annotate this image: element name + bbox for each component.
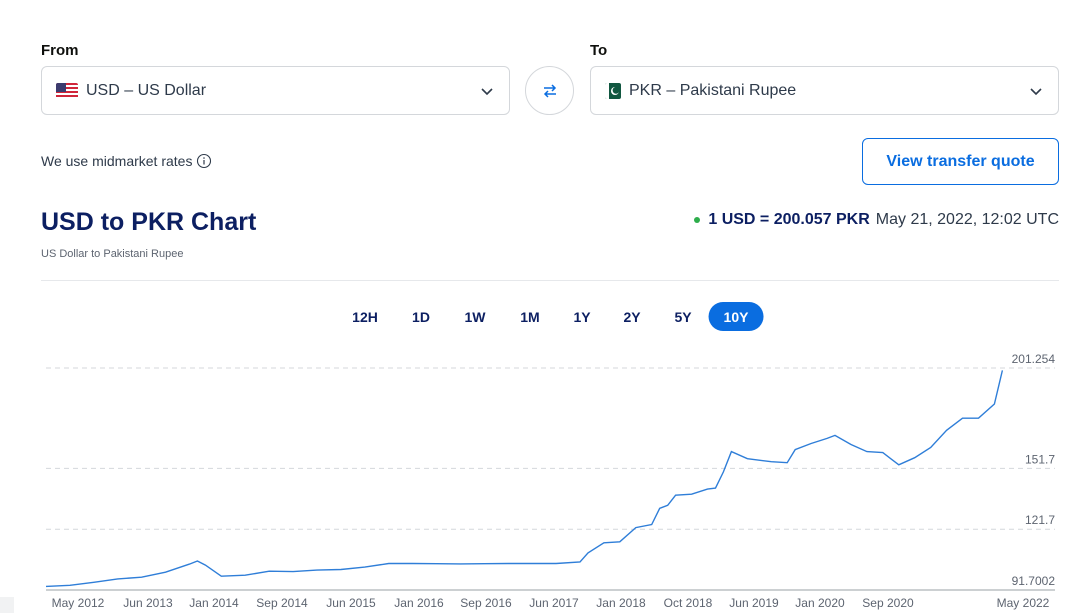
- x-tick-label: Jun 2015: [326, 596, 376, 610]
- range-1y-button[interactable]: 1Y: [563, 302, 600, 331]
- x-tick-label: Sep 2016: [460, 596, 512, 610]
- range-1d-button[interactable]: 1D: [402, 302, 440, 331]
- x-tick-label: Oct 2018: [664, 596, 713, 610]
- chart-subtitle: US Dollar to Pakistani Rupee: [41, 248, 184, 260]
- x-tick-label: Sep 2020: [862, 596, 914, 610]
- from-label: From: [41, 42, 79, 59]
- y-tick-label: 91.7002: [1012, 574, 1056, 588]
- chart-title: USD to PKR Chart: [41, 208, 257, 236]
- rate-value: 1 USD = 200.057 PKR: [708, 211, 870, 228]
- range-2y-button[interactable]: 2Y: [613, 302, 650, 331]
- x-tick-label: Jan 2018: [596, 596, 646, 610]
- swap-currencies-button[interactable]: [525, 66, 574, 115]
- from-currency-value: USD – US Dollar: [86, 81, 207, 99]
- y-tick-label: 151.7: [1025, 452, 1055, 466]
- swap-arrows-icon: [543, 83, 556, 98]
- x-tick-label: Jun 2019: [729, 596, 779, 610]
- us-flag-icon: [56, 82, 78, 99]
- midmarket-note: We use midmarket rates: [41, 153, 212, 169]
- info-icon[interactable]: [196, 153, 212, 169]
- range-1w-button[interactable]: 1W: [455, 302, 496, 331]
- chevron-down-icon: [1030, 87, 1042, 95]
- view-transfer-quote-button[interactable]: View transfer quote: [862, 138, 1059, 185]
- x-tick-label: May 2022: [997, 596, 1050, 610]
- chevron-down-icon: [481, 87, 493, 95]
- x-tick-label: Jun 2017: [529, 596, 579, 610]
- range-10y-button[interactable]: 10Y: [708, 302, 764, 331]
- midmarket-text: We use midmarket rates: [41, 153, 193, 169]
- y-tick-label: 121.7: [1025, 513, 1055, 527]
- to-currency-select[interactable]: PKR – Pakistani Rupee: [590, 66, 1059, 115]
- rate-timestamp: May 21, 2022, 12:02 UTC: [875, 211, 1059, 228]
- to-currency-value: PKR – Pakistani Rupee: [629, 81, 797, 99]
- x-tick-label: May 2012: [52, 596, 105, 610]
- x-tick-label: Sep 2014: [256, 596, 308, 610]
- divider: [41, 280, 1059, 281]
- x-tick-label: Jun 2013: [123, 596, 173, 610]
- from-currency-select[interactable]: USD – US Dollar: [41, 66, 510, 115]
- current-rate: 1 USD = 200.057 PKR May 21, 2022, 12:02 …: [694, 211, 1059, 229]
- series-line: [45, 370, 1004, 588]
- range-5y-button[interactable]: 5Y: [664, 302, 701, 331]
- rate-chart: 201.254 151.7 121.7 91.7002 May 2012 Jun 2013…: [45, 352, 1056, 610]
- time-range-selector: 12H 1D 1W 1M 1Y 2Y 5Y 10Y: [0, 302, 1080, 331]
- range-12h-button[interactable]: 12H: [342, 302, 388, 331]
- side-tab: [0, 597, 14, 613]
- pk-flag-icon: [605, 82, 621, 99]
- to-label: To: [590, 42, 608, 59]
- y-tick-label: 201.254: [1012, 352, 1056, 366]
- range-1m-button[interactable]: 1M: [510, 302, 549, 331]
- x-tick-label: Jan 2016: [394, 596, 444, 610]
- live-status-dot: [694, 217, 701, 223]
- x-tick-label: Jan 2014: [189, 596, 239, 610]
- x-tick-label: Jan 2020: [795, 596, 845, 610]
